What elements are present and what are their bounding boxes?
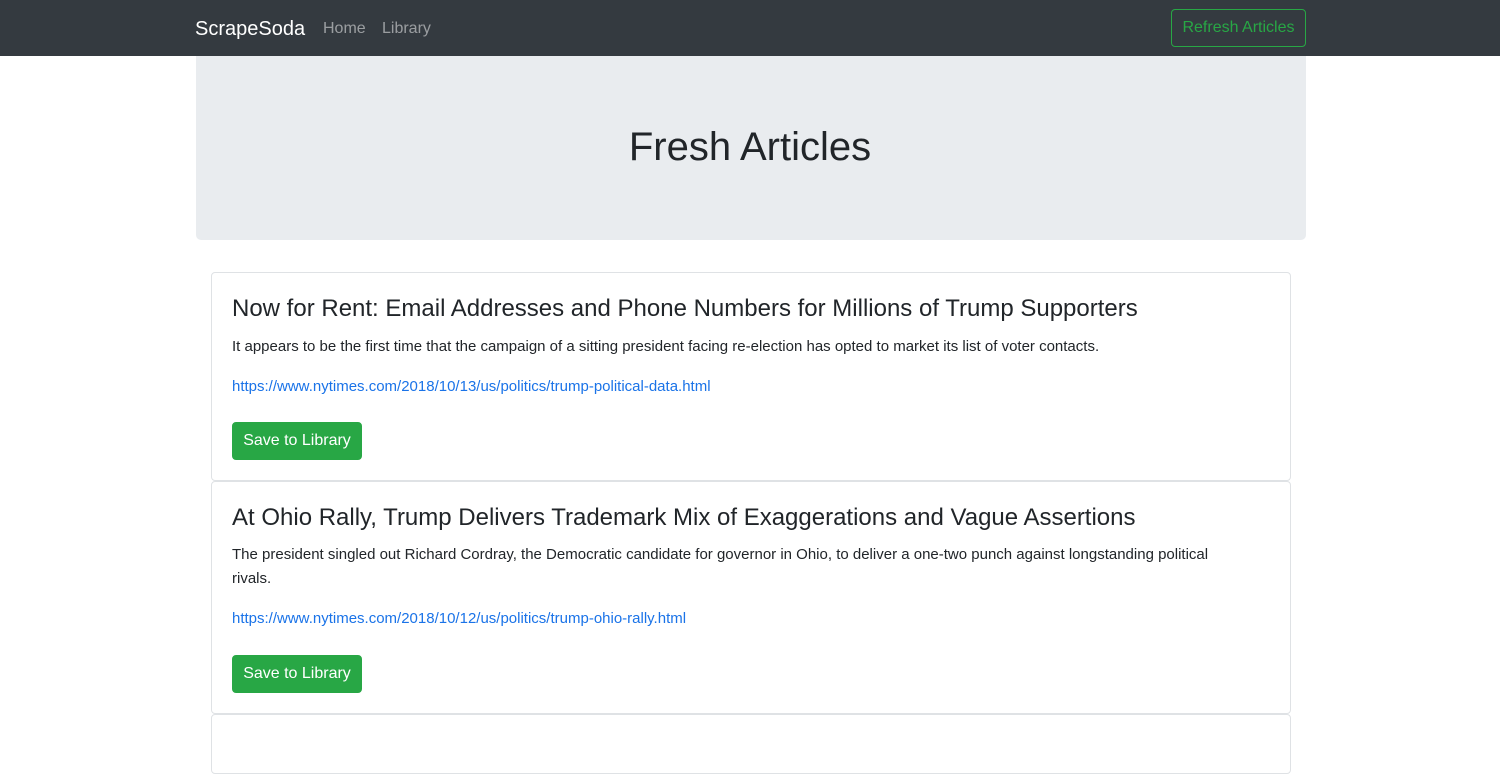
article-card: Now for Rent: Email Addresses and Phone … <box>211 272 1291 481</box>
brand-logo-link[interactable]: ScrapeSoda <box>195 17 305 41</box>
article-link[interactable]: https://www.nytimes.com/2018/10/13/us/po… <box>232 377 711 397</box>
article-card: At Ohio Rally, Trump Delivers Trademark … <box>211 481 1291 714</box>
article-card <box>211 714 1291 774</box>
refresh-articles-button[interactable]: Refresh Articles <box>1171 9 1306 47</box>
article-title: At Ohio Rally, Trump Delivers Trademark … <box>232 504 1136 531</box>
nav-link-library[interactable]: Library <box>382 19 431 39</box>
top-navbar: ScrapeSoda Home Library Refresh Articles <box>0 0 1500 56</box>
article-title: Now for Rent: Email Addresses and Phone … <box>232 295 1138 322</box>
save-to-library-button[interactable]: Save to Library <box>232 655 362 693</box>
save-to-library-button[interactable]: Save to Library <box>232 422 362 460</box>
article-link[interactable]: https://www.nytimes.com/2018/10/12/us/po… <box>232 609 686 629</box>
article-summary: It appears to be the first time that the… <box>232 338 1100 355</box>
page-title: Fresh Articles <box>628 125 872 169</box>
nav-link-home[interactable]: Home <box>323 19 366 39</box>
article-summary: The president singled out Richard Cordra… <box>232 546 1209 587</box>
